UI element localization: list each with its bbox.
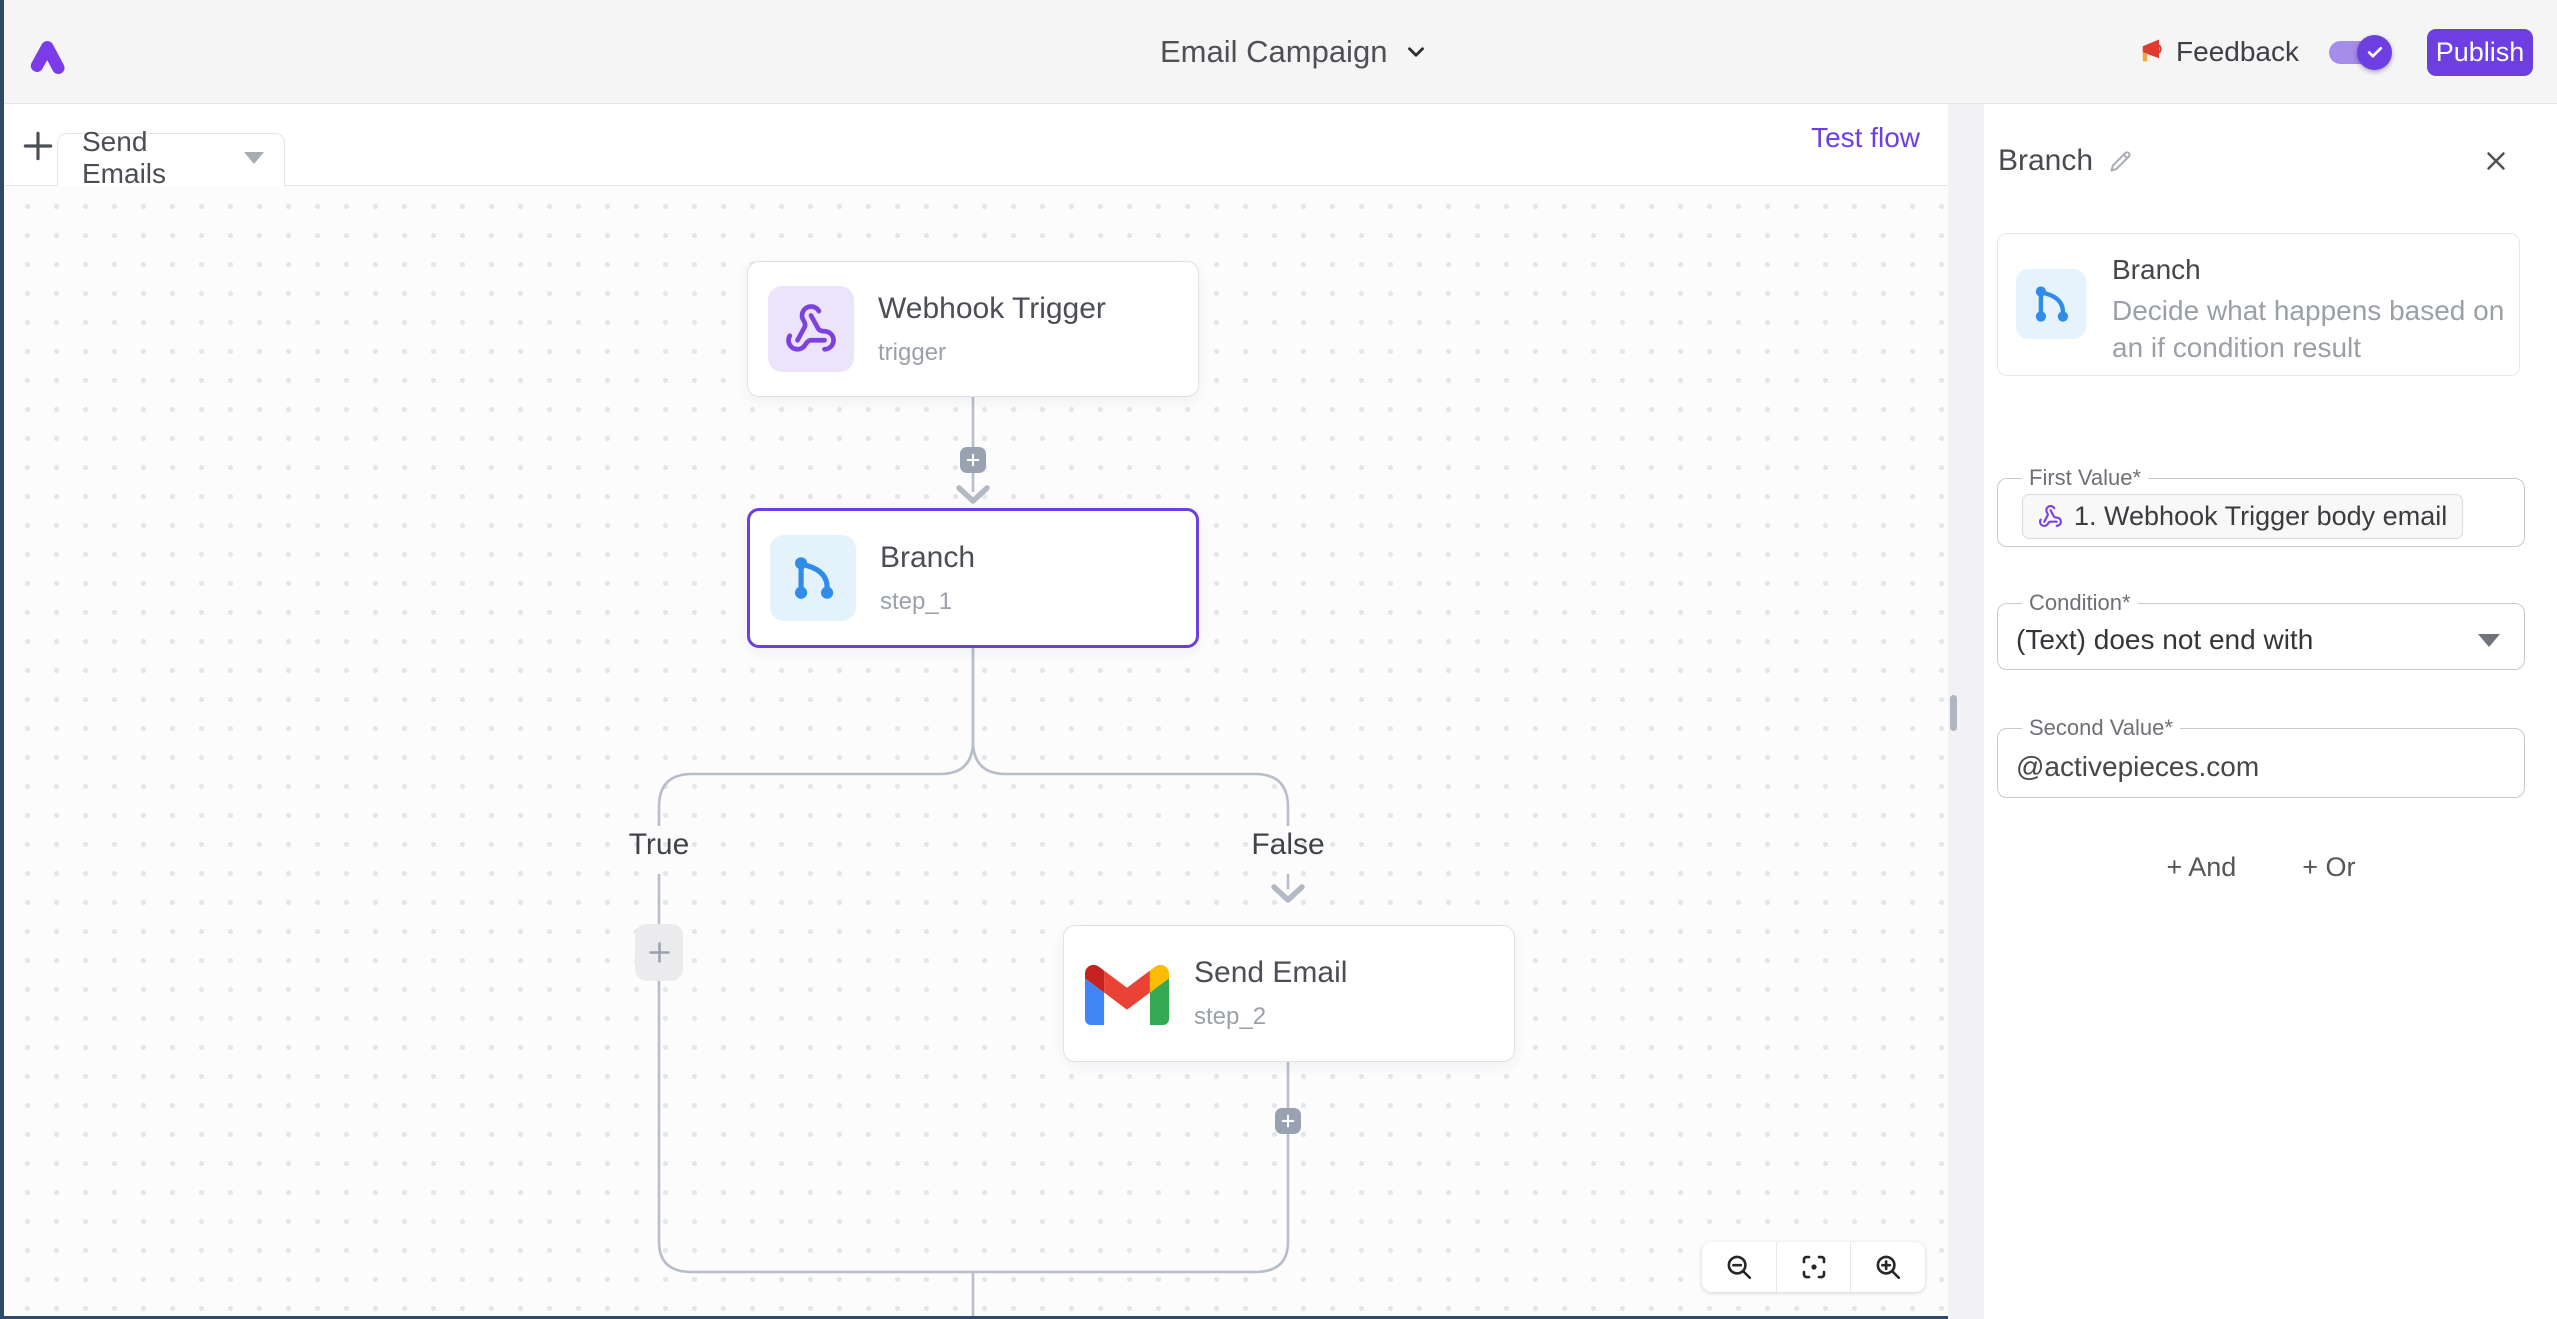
test-flow-button[interactable]: Test flow bbox=[1811, 122, 1920, 154]
megaphone-icon bbox=[2134, 37, 2164, 67]
first-value-label: First Value* bbox=[2022, 465, 2148, 491]
tab-bar: Send Emails Test flow bbox=[4, 104, 1948, 186]
top-bar: Email Campaign Feedback Publish bbox=[0, 0, 2557, 104]
feedback-button[interactable]: Feedback bbox=[2134, 36, 2299, 68]
gmail-icon-box bbox=[1084, 951, 1170, 1037]
add-or-button[interactable]: + Or bbox=[2302, 852, 2355, 883]
condition-field[interactable]: Condition* (Text) does not end with bbox=[1997, 590, 2525, 670]
branch-true-label: True bbox=[579, 828, 739, 862]
condition-group-actions: + And + Or bbox=[1997, 852, 2525, 883]
add-and-button[interactable]: + And bbox=[2166, 852, 2236, 883]
branch-icon bbox=[787, 552, 839, 604]
check-icon bbox=[2365, 42, 2385, 62]
activepieces-logo-icon[interactable] bbox=[26, 30, 70, 74]
magnifier-plus-icon bbox=[1873, 1252, 1903, 1282]
tab-label: Send Emails bbox=[82, 126, 218, 190]
step-settings-panel: Branch Branch Decide what happens based … bbox=[1984, 104, 2557, 1319]
panel-header: Branch bbox=[1998, 144, 2134, 178]
flow-title-menu[interactable]: Email Campaign bbox=[1160, 0, 1429, 104]
node-webhook-trigger[interactable]: Webhook Trigger trigger bbox=[747, 261, 1199, 397]
add-tab-button[interactable] bbox=[18, 126, 58, 166]
flow-enabled-toggle[interactable] bbox=[2329, 41, 2383, 64]
webhook-icon bbox=[784, 302, 838, 356]
gmail-icon bbox=[1085, 962, 1169, 1025]
caret-down-icon bbox=[244, 152, 264, 164]
first-value-field[interactable]: First Value* 1. Webhook Trigger body ema… bbox=[1997, 465, 2525, 547]
webhook-icon-box bbox=[768, 286, 854, 372]
publish-button[interactable]: Publish bbox=[2427, 29, 2533, 76]
branch-icon-box bbox=[770, 535, 856, 621]
add-step-button[interactable] bbox=[960, 447, 986, 473]
second-value-input[interactable]: @activepieces.com bbox=[2016, 751, 2506, 783]
feedback-label: Feedback bbox=[2176, 36, 2299, 68]
second-value-label: Second Value* bbox=[2022, 715, 2180, 741]
add-step-button[interactable] bbox=[1275, 1108, 1301, 1134]
toggle-knob bbox=[2357, 35, 2392, 70]
panel-title: Branch bbox=[1998, 144, 2093, 178]
node-text: Webhook Trigger trigger bbox=[878, 292, 1106, 367]
node-subtitle: step_2 bbox=[1194, 1003, 1347, 1031]
node-send-email[interactable]: Send Email step_2 bbox=[1063, 925, 1515, 1062]
second-value-field[interactable]: Second Value* @activepieces.com bbox=[1997, 715, 2525, 798]
node-title: Send Email bbox=[1194, 956, 1347, 990]
first-value-token-text: 1. Webhook Trigger body email bbox=[2074, 501, 2447, 532]
magnifier-minus-icon bbox=[1724, 1252, 1754, 1282]
panel-divider bbox=[1948, 104, 1984, 1319]
node-branch[interactable]: Branch step_1 bbox=[747, 508, 1199, 648]
piece-info-card: Branch Decide what happens based on an i… bbox=[1997, 233, 2520, 376]
piece-description: Decide what happens based on an if condi… bbox=[2112, 292, 2524, 366]
node-subtitle: step_1 bbox=[880, 588, 975, 616]
node-text: Send Email step_2 bbox=[1194, 956, 1347, 1031]
condition-label: Condition* bbox=[2022, 590, 2138, 616]
branch-false-label: False bbox=[1208, 828, 1368, 862]
caret-down-icon bbox=[2478, 634, 2500, 647]
zoom-out-button[interactable] bbox=[1702, 1242, 1776, 1292]
first-value-token[interactable]: 1. Webhook Trigger body email bbox=[2022, 494, 2463, 539]
plus-icon bbox=[646, 939, 673, 966]
add-step-true-branch-button[interactable] bbox=[635, 924, 683, 981]
branch-icon bbox=[2029, 282, 2073, 326]
condition-select[interactable]: (Text) does not end with bbox=[2016, 624, 2506, 656]
plus-icon bbox=[19, 127, 57, 165]
branch-icon-box bbox=[2016, 269, 2086, 339]
flow-title: Email Campaign bbox=[1160, 34, 1387, 70]
canvas-zoom-toolbar bbox=[1702, 1242, 1925, 1292]
scrollbar-thumb[interactable] bbox=[1950, 695, 1957, 731]
plus-icon bbox=[965, 452, 981, 468]
zoom-in-button[interactable] bbox=[1851, 1242, 1925, 1292]
webhook-icon bbox=[2038, 504, 2063, 529]
tab-send-emails[interactable]: Send Emails bbox=[57, 133, 285, 186]
chevron-down-icon bbox=[1403, 39, 1429, 65]
window-edge-left bbox=[0, 0, 4, 1319]
plus-icon bbox=[1280, 1113, 1296, 1129]
condition-value: (Text) does not end with bbox=[2016, 624, 2313, 656]
focus-frame-icon bbox=[1799, 1252, 1829, 1282]
pencil-icon[interactable] bbox=[2107, 148, 2134, 175]
node-title: Branch bbox=[880, 541, 975, 575]
close-icon[interactable] bbox=[2481, 146, 2511, 176]
topbar-actions: Feedback Publish bbox=[2134, 0, 2533, 104]
fit-view-button[interactable] bbox=[1777, 1242, 1851, 1292]
piece-title: Branch bbox=[2112, 254, 2201, 286]
node-title: Webhook Trigger bbox=[878, 292, 1106, 326]
node-text: Branch step_1 bbox=[880, 541, 975, 616]
node-subtitle: trigger bbox=[878, 339, 1106, 367]
